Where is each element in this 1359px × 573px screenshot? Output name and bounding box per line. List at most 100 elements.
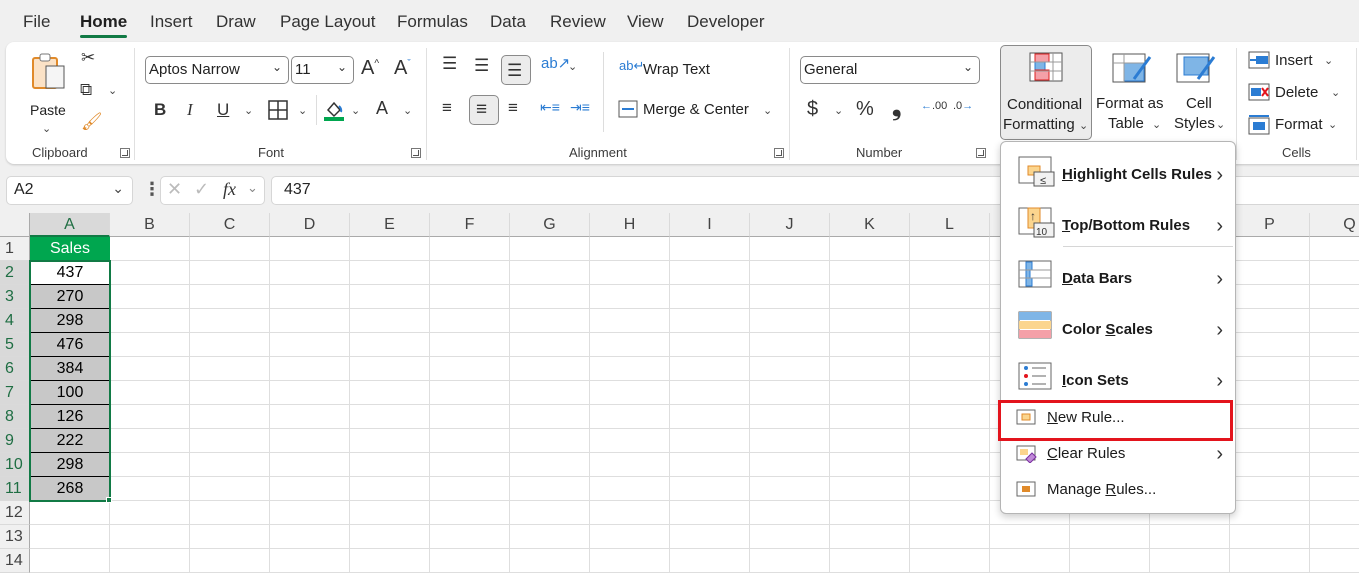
fill-handle[interactable] [106,497,112,503]
font-name-select[interactable]: Aptos Narrow ⌄ [145,56,289,84]
wrap-text-icon[interactable]: ab↵ [619,58,644,74]
fill-color-icon[interactable] [323,98,345,122]
percent-button[interactable]: % [856,98,874,121]
format-button[interactable]: Format [1275,116,1323,133]
chevron-down-icon[interactable]: ⌄ [1331,86,1340,99]
menu-item-manage-rules[interactable]: Manage Rules... [1001,473,1235,505]
menu-item-clear-rules[interactable]: Clear Rules › [1001,437,1235,469]
chevron-down-icon[interactable]: ⌄ [763,104,772,117]
bottom-align-button[interactable]: ☰ [501,55,531,85]
column-header-e[interactable]: E [350,213,430,237]
chevron-down-icon[interactable]: ⌄ [1328,118,1337,131]
row-header-11[interactable]: 11 [0,477,30,501]
merge-center-button[interactable]: Merge & Center [643,101,749,118]
column-header-q[interactable]: Q [1310,213,1359,237]
number-format-select[interactable]: General ⌄ [800,56,980,84]
dialog-launcher-icon[interactable] [120,148,130,158]
borders-icon[interactable] [268,100,288,120]
increase-indent-icon[interactable]: ⇥≡ [570,99,590,116]
tab-insert[interactable]: Insert [150,12,193,32]
menu-item-highlight-cells-rules[interactable]: ≤ Highlight Cells Rules › [1001,150,1235,194]
row-header-9[interactable]: 9 [0,429,30,453]
increase-font-size-icon[interactable]: A^ [361,57,379,80]
middle-align-icon[interactable]: ☰ [474,56,489,76]
chevron-down-icon[interactable]: ⌄ [247,180,258,196]
tab-data[interactable]: Data [490,12,526,32]
column-header-l[interactable]: L [910,213,990,237]
chevron-down-icon[interactable]: ⌄ [1324,54,1333,67]
column-header-g[interactable]: G [510,213,590,237]
merge-center-icon[interactable] [618,100,638,118]
tab-view[interactable]: View [627,12,664,32]
currency-button[interactable]: $ [807,98,818,121]
insert-cells-icon[interactable] [1248,51,1270,69]
align-center-button[interactable]: ≡ [469,95,499,125]
italic-button[interactable]: I [187,100,193,120]
row-header-3[interactable]: 3 [0,285,30,309]
chevron-down-icon[interactable]: ⌄ [298,104,307,117]
row-header-4[interactable]: 4 [0,309,30,333]
comma-button[interactable]: ❟ [892,94,901,122]
row-header-8[interactable]: 8 [0,405,30,429]
column-header-c[interactable]: C [190,213,270,237]
paste-button[interactable]: Paste ⌄ [24,50,74,135]
chevron-down-icon[interactable]: ⌄ [244,104,253,117]
select-all-button[interactable] [0,213,30,237]
wrap-text-button[interactable]: Wrap Text [643,61,710,78]
conditional-formatting-button[interactable]: Conditional Formatting ⌄ [1000,45,1092,140]
font-color-icon[interactable]: A [376,98,388,119]
decrease-decimal-button[interactable]: .0→ [953,100,973,112]
font-size-select[interactable]: 11 ⌄ [291,56,354,84]
orientation-icon[interactable]: ab↗ [541,54,570,72]
chevron-down-icon[interactable]: ⌄ [834,104,843,117]
cell-a1[interactable]: Sales [30,237,110,261]
row-header-12[interactable]: 12 [0,501,30,525]
align-left-icon[interactable]: ≡ [442,98,452,118]
cell-styles-button[interactable]: Cell Styles ⌄ [1168,45,1228,140]
decrease-font-size-icon[interactable]: Aˇ [394,57,411,80]
copy-icon[interactable]: ⧉ [80,80,92,100]
tab-home[interactable]: Home [80,12,128,38]
tab-draw[interactable]: Draw [216,12,256,32]
chevron-down-icon[interactable]: ⌄ [403,104,412,117]
format-painter-icon[interactable]: 🖌 [81,112,103,132]
top-align-icon[interactable]: ☰ [442,54,457,74]
row-header-14[interactable]: 14 [0,549,30,573]
row-header-10[interactable]: 10 [0,453,30,477]
insert-button[interactable]: Insert [1275,52,1313,69]
tab-file[interactable]: File [23,12,50,32]
more-options-icon[interactable]: ⋮ [143,179,161,200]
column-header-d[interactable]: D [270,213,350,237]
cut-icon[interactable]: ✂ [81,48,95,68]
menu-item-top-bottom-rules[interactable]: ↑ 10 Top/Bottom Rules › [1001,201,1235,245]
enter-icon[interactable]: ✓ [194,179,209,200]
dialog-launcher-icon[interactable] [976,148,986,158]
column-header-f[interactable]: F [430,213,510,237]
column-header-p[interactable]: P [1230,213,1310,237]
tab-formulas[interactable]: Formulas [397,12,468,32]
column-header-i[interactable]: I [670,213,750,237]
bold-button[interactable]: B [154,100,166,120]
dialog-launcher-icon[interactable] [774,148,784,158]
menu-item-data-bars[interactable]: Data Bars › [1001,254,1235,298]
chevron-down-icon[interactable]: ⌄ [568,60,577,73]
row-header-2[interactable]: 2 [0,261,30,285]
insert-function-icon[interactable]: fx [223,179,236,200]
decrease-indent-icon[interactable]: ⇤≡ [540,99,560,116]
row-header-6[interactable]: 6 [0,357,30,381]
align-right-icon[interactable]: ≡ [508,98,518,118]
column-header-k[interactable]: K [830,213,910,237]
menu-item-color-scales[interactable]: Color Scales › [1001,305,1235,349]
column-header-j[interactable]: J [750,213,830,237]
increase-decimal-button[interactable]: ←.00 [921,100,947,112]
dialog-launcher-icon[interactable] [411,148,421,158]
row-header-5[interactable]: 5 [0,333,30,357]
delete-button[interactable]: Delete [1275,84,1318,101]
format-cells-icon[interactable] [1248,115,1270,135]
tab-developer[interactable]: Developer [687,12,765,32]
tab-review[interactable]: Review [550,12,606,32]
format-as-table-button[interactable]: Format as Table ⌄ [1094,45,1166,140]
menu-item-icon-sets[interactable]: Icon Sets › [1001,356,1235,400]
column-header-a[interactable]: A [30,213,110,237]
row-header-13[interactable]: 13 [0,525,30,549]
